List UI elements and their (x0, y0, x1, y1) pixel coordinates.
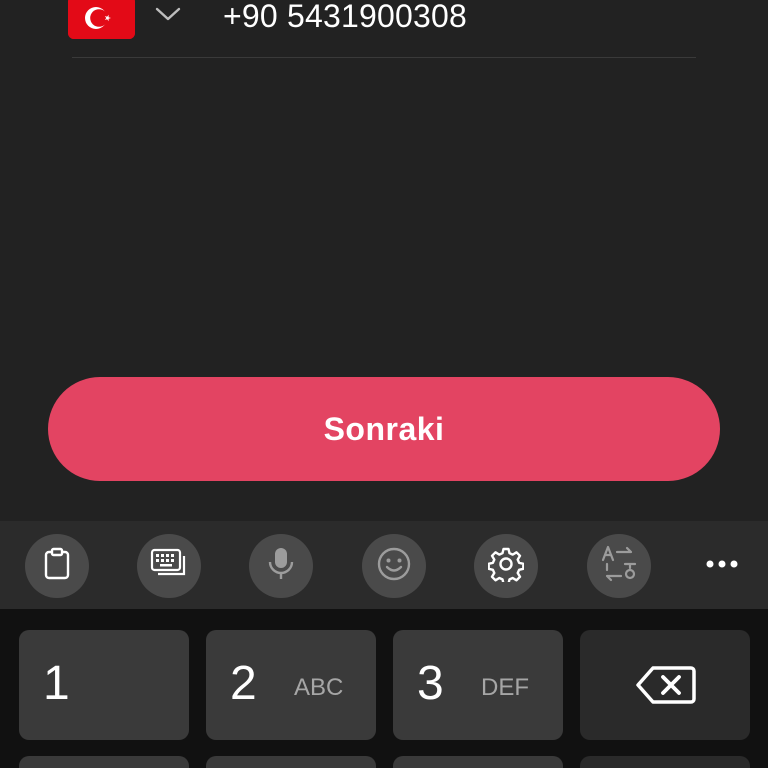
key-2[interactable]: 2 ABC (206, 630, 376, 740)
turkey-flag-icon[interactable] (68, 0, 135, 39)
translate-icon (599, 544, 639, 589)
phone-input-row: +90 5431900308 (68, 0, 696, 44)
gear-icon (487, 546, 525, 587)
keyboard-layout-icon (150, 548, 188, 585)
key-digit: 3 (417, 657, 444, 710)
clipboard-icon (42, 547, 72, 586)
next-button[interactable]: Sonraki (48, 377, 720, 481)
key-letters: ABC (294, 674, 344, 701)
clipboard-button[interactable] (25, 534, 89, 598)
voice-input-button[interactable] (249, 534, 313, 598)
phone-number-input[interactable]: +90 5431900308 (223, 0, 467, 36)
microphone-icon (266, 546, 296, 587)
more-options-icon (705, 556, 739, 574)
keyboard-toolbar (0, 521, 768, 609)
key-letters: DEF (481, 674, 529, 701)
more-options-button[interactable] (700, 547, 744, 583)
key-row2-partial[interactable] (206, 756, 376, 768)
key-digit: 1 (43, 657, 70, 710)
settings-button[interactable] (474, 534, 538, 598)
backspace-key[interactable] (580, 630, 750, 740)
backspace-icon (635, 665, 697, 710)
emoji-icon (376, 546, 412, 587)
key-row2-partial[interactable] (580, 756, 750, 768)
emoji-button[interactable] (362, 534, 426, 598)
chevron-down-icon[interactable] (154, 4, 182, 24)
key-1[interactable]: 1 (19, 630, 189, 740)
key-digit: 2 (230, 657, 257, 710)
translate-button[interactable] (587, 534, 651, 598)
key-row2-partial[interactable] (393, 756, 563, 768)
key-3[interactable]: 3 DEF (393, 630, 563, 740)
input-underline (72, 57, 696, 58)
key-row2-partial[interactable] (19, 756, 189, 768)
keyboard-layout-button[interactable] (137, 534, 201, 598)
phone-entry-screen: +90 5431900308 Sonraki 1 2 ABC 3 DEF (0, 0, 768, 768)
numeric-keypad: 1 2 ABC 3 DEF (0, 609, 768, 768)
